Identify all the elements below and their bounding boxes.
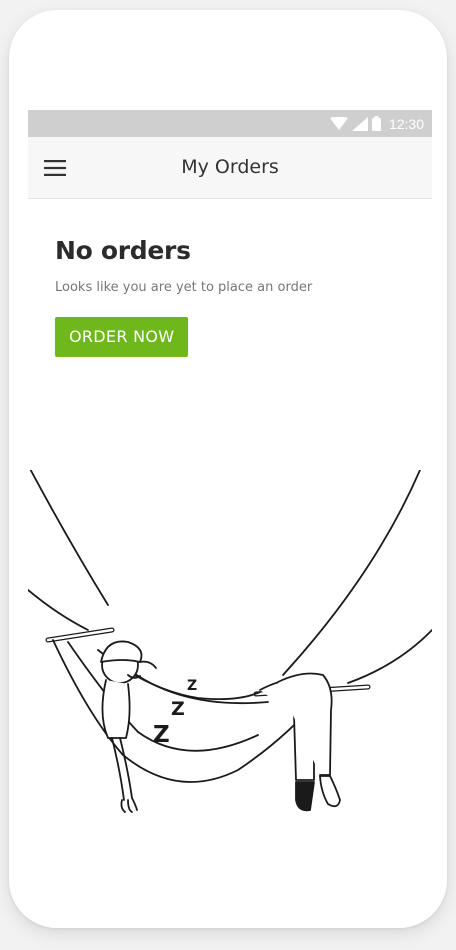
- status-time: 12:30: [388, 115, 424, 132]
- app-bar: My Orders: [28, 137, 432, 199]
- page-title: My Orders: [181, 156, 279, 178]
- empty-state-heading: No orders: [55, 236, 191, 265]
- z-large: Z: [153, 722, 170, 748]
- signal-icon: [351, 116, 368, 131]
- battery-icon: [371, 116, 381, 131]
- z-small: Z: [187, 678, 198, 694]
- hammock-illustration: Z Z Z: [28, 439, 432, 830]
- screen: 12:30 My Orders No orders Looks like you…: [28, 110, 432, 910]
- status-bar: 12:30: [28, 110, 432, 137]
- z-medium: Z: [171, 698, 185, 720]
- empty-state-message: Looks like you are yet to place an order: [55, 280, 313, 295]
- wifi-icon: [329, 116, 348, 131]
- empty-state: No orders Looks like you are yet to plac…: [55, 236, 415, 357]
- order-now-button[interactable]: ORDER NOW: [55, 317, 189, 357]
- phone-frame: 12:30 My Orders No orders Looks like you…: [9, 10, 447, 928]
